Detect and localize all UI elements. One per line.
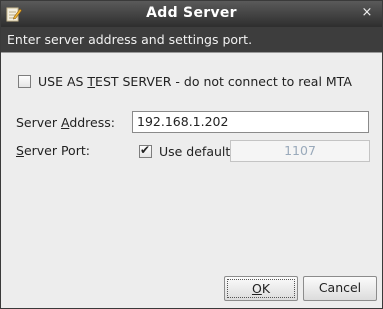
server-address-input[interactable]: 192.168.1.202 [132, 111, 369, 133]
server-address-label: Server Address: [16, 115, 115, 130]
test-server-checkbox[interactable] [18, 75, 31, 88]
add-server-dialog: Add Server × Enter server address and se… [0, 0, 383, 309]
use-default-checkbox[interactable] [139, 143, 152, 158]
dialog-title: Add Server [146, 5, 237, 21]
use-default-checkbox-row[interactable]: Use default [139, 143, 230, 159]
title-bar[interactable]: Add Server × [1, 1, 382, 27]
test-server-label[interactable]: USE AS TEST SERVER - do not connect to r… [38, 74, 352, 89]
cancel-button[interactable]: Cancel [303, 276, 377, 301]
instruction-banner: Enter server address and settings port. [1, 27, 382, 52]
server-port-label: Server Port: [16, 143, 90, 158]
use-default-label[interactable]: Use default [159, 144, 230, 159]
test-server-checkbox-row[interactable]: USE AS TEST SERVER - do not connect to r… [18, 73, 352, 89]
close-icon[interactable]: × [360, 5, 374, 21]
divider [1, 52, 382, 53]
server-port-input: 1107 [230, 140, 370, 162]
ok-button[interactable]: OK [224, 276, 298, 301]
